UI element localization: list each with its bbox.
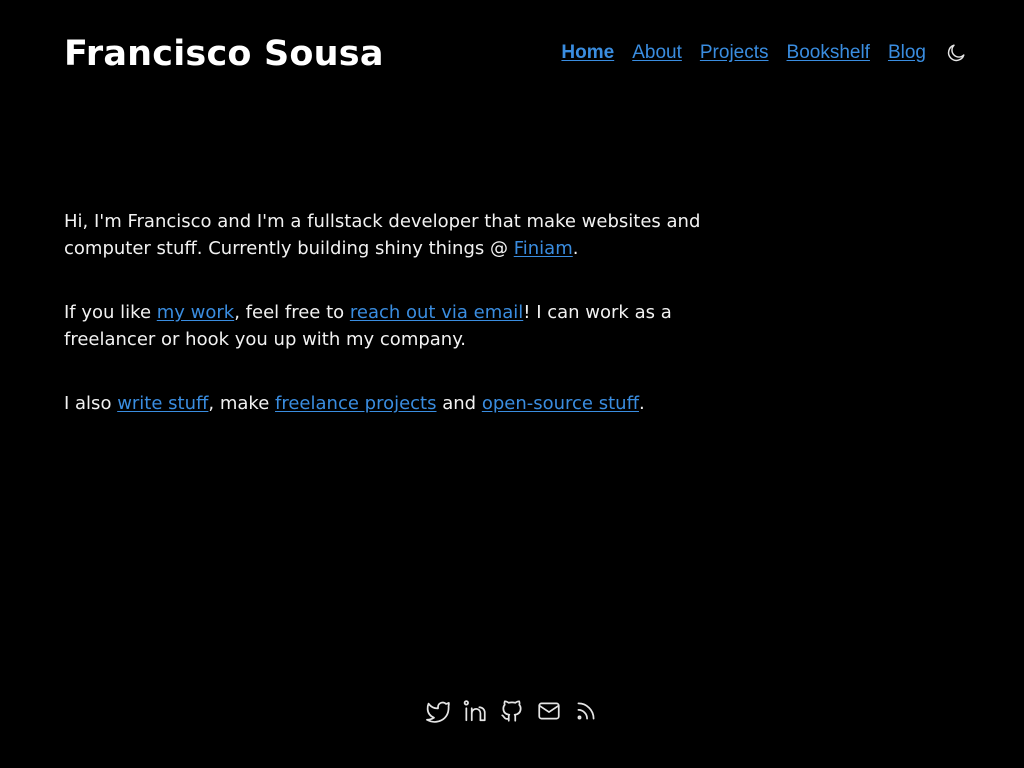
rss-icon (577, 702, 595, 720)
linkedin-link[interactable] (462, 698, 488, 724)
write-stuff-link[interactable]: write stuff (117, 393, 208, 414)
page: Francisco Sousa Home About Projects Book… (0, 0, 1024, 768)
intro-paragraph-1: Hi, I'm Francisco and I'm a fullstack de… (64, 211, 701, 259)
intro-paragraph-2: If you like my work, feel free to reach … (64, 302, 672, 350)
linkedin-icon (463, 700, 486, 722)
nav-projects-link[interactable]: Projects (700, 42, 769, 64)
intro-section: Hi, I'm Francisco and I'm a fullstack de… (64, 208, 744, 454)
nav-blog-link[interactable]: Blog (888, 42, 926, 64)
email-icon (538, 702, 560, 720)
nav-bookshelf-link[interactable]: Bookshelf (787, 42, 870, 64)
nav-about-link[interactable]: About (632, 42, 682, 64)
finiam-link[interactable]: Finiam (514, 238, 573, 259)
theme-toggle-button[interactable] (944, 41, 968, 65)
github-icon (501, 700, 522, 722)
social-footer (0, 698, 1024, 724)
rss-link[interactable] (573, 698, 599, 724)
freelance-projects-link[interactable]: freelance projects (275, 393, 436, 414)
my-work-link[interactable]: my work (157, 302, 234, 323)
github-link[interactable] (499, 698, 525, 724)
nav-home-link[interactable]: Home (561, 42, 614, 64)
email-contact-link[interactable]: reach out via email (350, 302, 523, 323)
moon-icon (947, 44, 965, 62)
site-title[interactable]: Francisco Sousa (64, 34, 384, 74)
twitter-icon (426, 701, 450, 723)
site-header: Francisco Sousa Home About Projects Book… (64, 30, 968, 76)
main-nav: Home About Projects Bookshelf Blog (561, 41, 968, 65)
twitter-link[interactable] (425, 698, 451, 724)
open-source-link[interactable]: open-source stuff (482, 393, 639, 414)
intro-paragraph-3: I also write stuff, make freelance proje… (64, 393, 645, 414)
email-link[interactable] (536, 698, 562, 724)
